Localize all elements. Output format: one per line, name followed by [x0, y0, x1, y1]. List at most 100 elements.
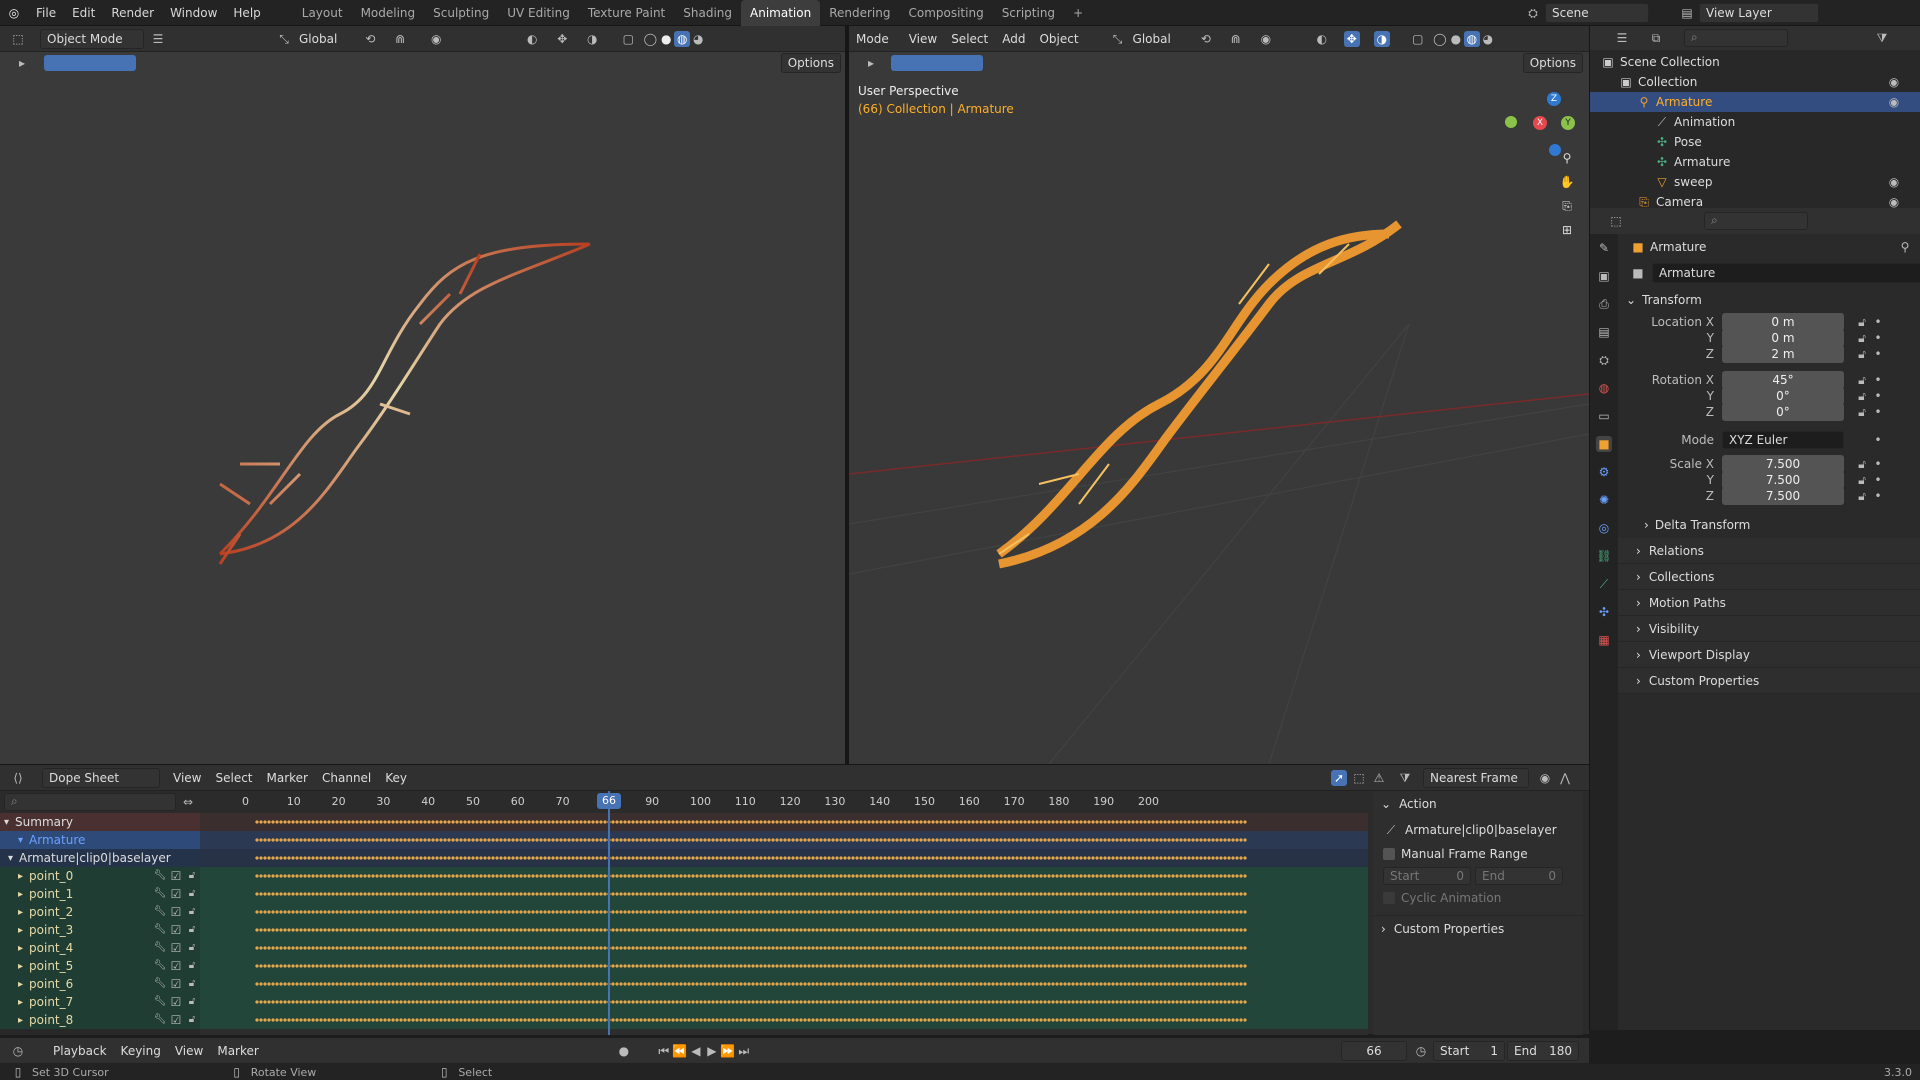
lock-icon[interactable]: 🔓︎	[1854, 404, 1870, 420]
channel-enable-checkbox[interactable]: ☑	[168, 922, 184, 938]
playhead[interactable]	[608, 791, 610, 1035]
channel-row[interactable]: ▾ Summary	[0, 813, 200, 831]
lock-icon[interactable]: 🔓︎	[1854, 488, 1870, 504]
keyframe-row[interactable]	[255, 999, 1247, 1005]
channel-row[interactable]: ▸ point_8 🔧︎ ☑ 🔓︎	[0, 1011, 200, 1029]
scene-tab-icon[interactable]: ⛭	[1596, 352, 1612, 368]
keyframe-row[interactable]	[255, 819, 1247, 825]
keyframe-dot-icon[interactable]: •	[1870, 456, 1886, 472]
chevron-down-icon[interactable]: ▾	[4, 817, 9, 828]
menu-add[interactable]: Add	[995, 26, 1032, 52]
menu-marker[interactable]: Marker	[210, 1038, 265, 1064]
chevron-right-icon[interactable]: ▸	[18, 979, 23, 990]
menu-key[interactable]: Key	[378, 765, 414, 791]
keyframe-row[interactable]	[255, 927, 1247, 933]
action-name-label[interactable]: Armature|clip0|baselayer	[1405, 823, 1557, 837]
swap-icon[interactable]: ⇔	[180, 794, 196, 810]
shading-rendered-icon[interactable]: ◕	[1480, 31, 1496, 47]
chevron-right-icon[interactable]: ▸	[18, 925, 23, 936]
outliner-row[interactable]: ⚲ Armature ◉	[1590, 92, 1920, 112]
properties-section-visibility[interactable]: › Visibility	[1618, 616, 1920, 642]
snap-icon[interactable]: ⋒	[392, 31, 408, 47]
keyframe-dot-icon[interactable]: •	[1870, 314, 1886, 330]
channel-enable-checkbox[interactable]: ☑	[168, 904, 184, 920]
channel-row[interactable]: ▸ point_7 🔧︎ ☑ 🔓︎	[0, 993, 200, 1011]
channel-row[interactable]: ▸ point_0 🔧︎ ☑ 🔓︎	[0, 867, 200, 885]
collection-tab-icon[interactable]: ▭	[1596, 408, 1612, 424]
editor-type-icon[interactable]: ◷	[10, 1043, 26, 1059]
rotation-mode-dropdown[interactable]: XYZ Euler	[1722, 431, 1844, 449]
keyframe-dot-icon[interactable]: •	[1870, 388, 1886, 404]
custom-properties-title[interactable]: Custom Properties	[1394, 922, 1504, 936]
tab-sculpting[interactable]: Sculpting	[424, 0, 498, 26]
outliner-row[interactable]: ✣ Armature	[1590, 152, 1920, 172]
keyframe-area[interactable]	[200, 813, 1368, 1035]
visibility-icon[interactable]: ◐	[1314, 31, 1330, 47]
editor-type-icon[interactable]: ⬚	[1608, 213, 1624, 229]
physics-tab-icon[interactable]: ◎	[1596, 520, 1612, 536]
menu-view[interactable]: View	[166, 765, 208, 791]
current-frame-field[interactable]: 66	[1341, 1040, 1407, 1061]
chevron-down-icon[interactable]: ⌄	[1381, 797, 1391, 811]
lock-icon[interactable]: 🔓︎	[184, 976, 200, 992]
keyframe-row[interactable]	[255, 945, 1247, 951]
menu-object[interactable]: Object	[1032, 26, 1085, 52]
menu-file[interactable]: File	[28, 0, 64, 26]
start-frame-field[interactable]: Start 0	[1383, 867, 1471, 885]
channel-row[interactable]: ▸ point_1 🔧︎ ☑ 🔓︎	[0, 885, 200, 903]
end-frame-field[interactable]: End 0	[1475, 867, 1563, 885]
shading-material-icon[interactable]: ◍	[674, 30, 691, 47]
pan-hand-icon[interactable]: ✋	[1559, 174, 1575, 190]
location-z-field[interactable]: 2 m	[1722, 345, 1844, 363]
wrench-icon[interactable]: 🔧︎	[152, 994, 168, 1010]
outliner-row[interactable]: ▣ Scene Collection	[1590, 52, 1920, 72]
shading-wireframe-icon[interactable]: ◯	[642, 31, 658, 47]
falloff-icon[interactable]: ⋀	[1557, 770, 1573, 786]
properties-section-relations[interactable]: › Relations	[1618, 538, 1920, 564]
shading-material-icon[interactable]: ◍	[1463, 30, 1480, 47]
keyframe-row[interactable]	[255, 1017, 1247, 1023]
keyframe-row[interactable]	[255, 891, 1247, 897]
chevron-right-icon[interactable]: ▸	[18, 961, 23, 972]
menu-marker[interactable]: Marker	[260, 765, 315, 791]
play-reverse-icon[interactable]: ◀	[688, 1043, 704, 1059]
visibility-eye-icon[interactable]: ◉	[1886, 94, 1902, 110]
show-errors-icon[interactable]: ⚠	[1371, 770, 1387, 786]
lock-icon[interactable]: 🔓︎	[184, 940, 200, 956]
menu-window[interactable]: Window	[162, 0, 225, 26]
data-tab-icon[interactable]: ⟋	[1596, 576, 1612, 592]
lock-icon[interactable]: 🔓︎	[184, 958, 200, 974]
wrench-icon[interactable]: 🔧︎	[152, 904, 168, 920]
lock-icon[interactable]: 🔓︎	[1854, 456, 1870, 472]
outliner-row[interactable]: ⟋ Animation	[1590, 112, 1920, 132]
scene-field[interactable]: Scene	[1545, 3, 1649, 23]
menu-edit[interactable]: Edit	[64, 0, 103, 26]
keyframe-row[interactable]	[255, 873, 1247, 879]
properties-section-motion-paths[interactable]: › Motion Paths	[1618, 590, 1920, 616]
world-tab-icon[interactable]: ◍	[1596, 380, 1612, 396]
lock-icon[interactable]: 🔓︎	[1854, 346, 1870, 362]
lock-icon[interactable]: 🔓︎	[184, 994, 200, 1010]
chevron-right-icon[interactable]: ▸	[18, 907, 23, 918]
action-panel-title[interactable]: Action	[1399, 797, 1437, 811]
tab-scripting[interactable]: Scripting	[993, 0, 1064, 26]
wrench-icon[interactable]: 🔧︎	[152, 1012, 168, 1028]
show-hidden-icon[interactable]: ⬚	[1351, 770, 1367, 786]
outliner-search-input[interactable]: ⌕	[1684, 29, 1788, 47]
menu-render[interactable]: Render	[103, 0, 162, 26]
keyframe-row[interactable]	[255, 837, 1247, 843]
wrench-icon[interactable]: 🔧︎	[152, 976, 168, 992]
lock-icon[interactable]: 🔓︎	[1854, 372, 1870, 388]
channel-row[interactable]: ▸ point_3 🔧︎ ☑ 🔓︎	[0, 921, 200, 939]
lock-icon[interactable]: 🔓︎	[1854, 388, 1870, 404]
chevron-down-icon[interactable]: ▾	[18, 835, 23, 846]
select-mode-buttons[interactable]	[891, 55, 983, 71]
view-layer-field[interactable]: View Layer	[1699, 3, 1819, 23]
filter-icon[interactable]: ⧩	[1874, 30, 1890, 46]
select-tool-icon[interactable]: ▸	[14, 55, 30, 71]
left-options-button[interactable]: Options	[780, 53, 841, 73]
left-viewport[interactable]	[0, 74, 845, 764]
wrench-icon[interactable]: 🔧︎	[152, 940, 168, 956]
record-icon[interactable]: ●	[616, 1043, 632, 1059]
keyframe-dot-icon[interactable]: •	[1870, 346, 1886, 362]
